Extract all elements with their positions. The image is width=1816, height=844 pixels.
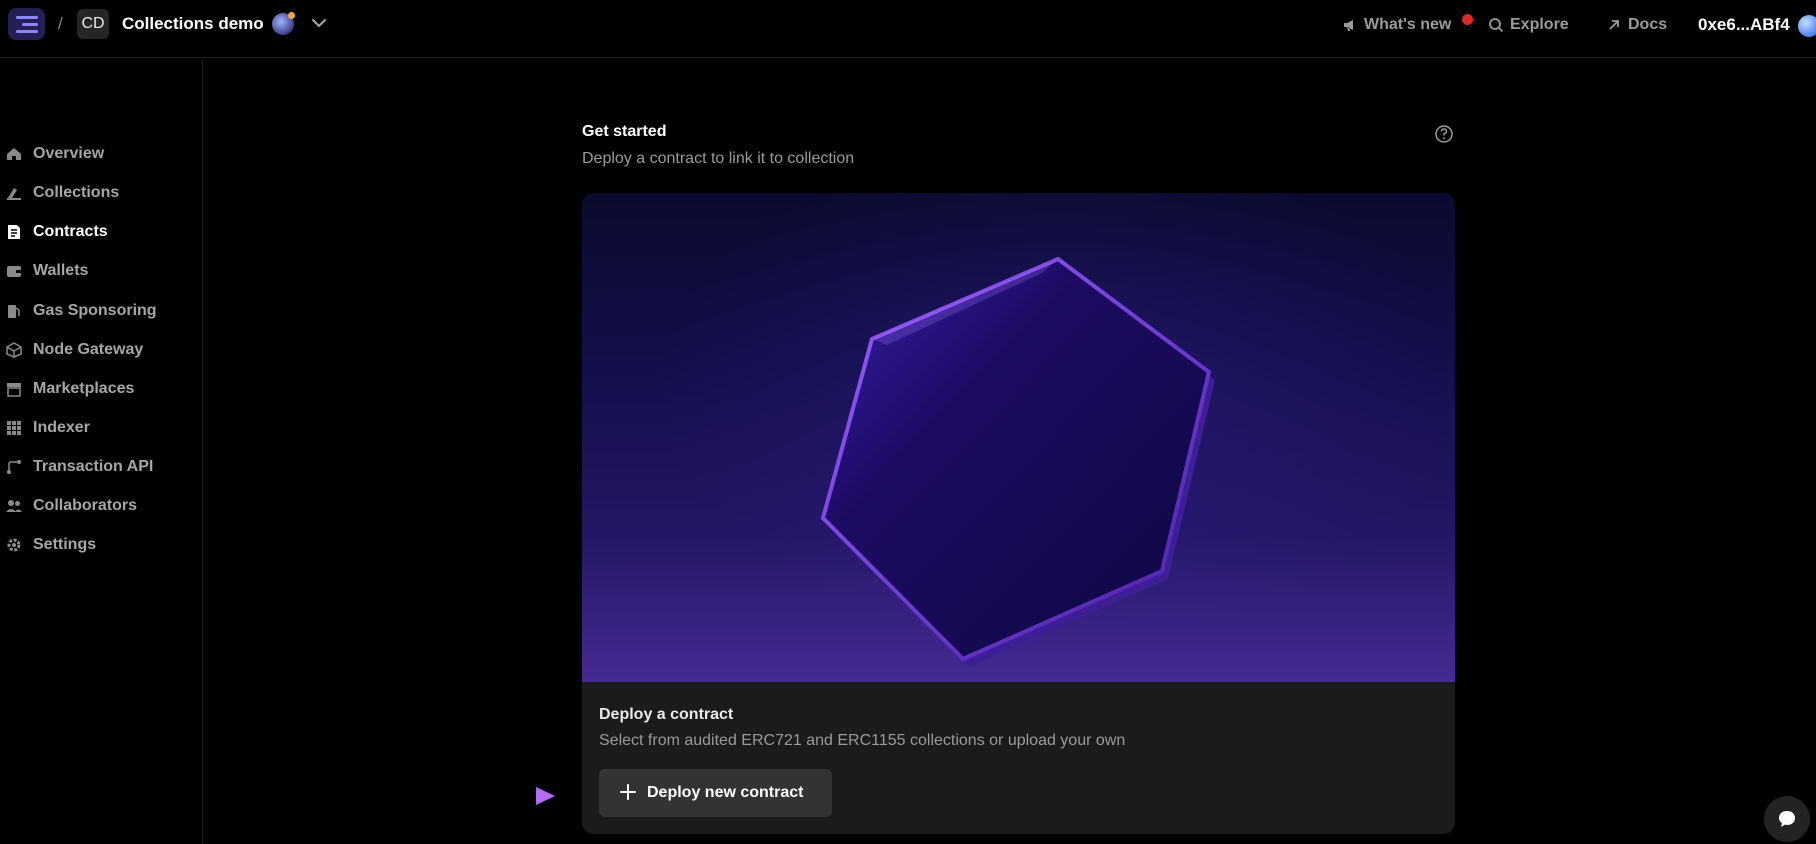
users-icon — [6, 500, 22, 512]
chat-bubble-icon — [1779, 811, 1795, 827]
explore-label: Explore — [1510, 16, 1569, 33]
grid-icon — [7, 421, 21, 435]
sidebar-item-transaction-api[interactable]: Transaction API — [0, 450, 200, 484]
deploy-button-label: Deploy new contract — [647, 784, 804, 801]
breadcrumb-separator: / — [58, 14, 63, 33]
project-name[interactable]: Collections demo — [122, 14, 264, 34]
sidebar-item-collaborators[interactable]: Collaborators — [0, 489, 200, 523]
sidebar-item-marketplaces[interactable]: Marketplaces — [0, 372, 200, 406]
gas-pump-icon — [8, 305, 20, 318]
collections-icon — [7, 188, 21, 200]
gear-icon — [7, 538, 21, 552]
sidebar-item-label: Contracts — [33, 223, 108, 240]
help-icon[interactable] — [1434, 124, 1454, 144]
sidebar-item-label: Transaction API — [33, 458, 154, 475]
deploy-new-contract-button[interactable]: Deploy new contract — [599, 769, 832, 817]
external-arrow-icon — [1609, 20, 1619, 30]
hero-illustration — [582, 193, 1455, 682]
menu-logo-icon[interactable] — [8, 8, 45, 40]
sidebar-item-label: Marketplaces — [33, 380, 135, 397]
sidebar-item-wallets[interactable]: Wallets — [0, 254, 200, 288]
explore-link[interactable]: Explore — [1488, 0, 1569, 50]
plus-icon — [620, 784, 636, 800]
sidebar-item-overview[interactable]: Overview — [0, 137, 200, 171]
sidebar-item-label: Node Gateway — [33, 341, 144, 358]
sidebar-item-label: Collaborators — [33, 497, 138, 514]
cube-icon — [6, 342, 22, 358]
sidebar-item-label: Collections — [33, 184, 120, 201]
megaphone-icon — [1344, 20, 1353, 31]
sidebar-item-indexer[interactable]: Indexer — [0, 411, 200, 445]
whats-new-label: What's new — [1364, 16, 1452, 33]
docs-link[interactable]: Docs — [1606, 0, 1667, 50]
sidebar-item-label: Wallets — [33, 262, 89, 279]
card-title: Deploy a contract — [599, 706, 734, 723]
sidebar-item-contracts[interactable]: Contracts — [0, 215, 200, 249]
avatar[interactable] — [1798, 15, 1816, 37]
sidebar: Overview Collections Contracts Wallets G… — [0, 58, 203, 844]
arrow-pointer-icon — [452, 787, 555, 805]
project-avatar[interactable]: CD — [77, 9, 109, 39]
docs-label: Docs — [1628, 16, 1668, 33]
top-bar: / CD Collections demo What's new Explore… — [0, 0, 1816, 58]
notification-badge — [1462, 14, 1473, 25]
deploy-contract-card: Deploy a contract Select from audited ER… — [582, 193, 1455, 834]
sidebar-item-collections[interactable]: Collections — [0, 176, 200, 210]
sidebar-item-label: Settings — [33, 536, 97, 553]
page-subtitle: Deploy a contract to link it to collecti… — [582, 150, 855, 167]
card-description: Select from audited ERC721 and ERC1155 c… — [599, 732, 1126, 749]
sidebar-item-settings[interactable]: Settings — [0, 528, 200, 562]
hexagon-illustration — [820, 256, 1215, 667]
store-icon — [7, 383, 21, 397]
sidebar-item-label: Gas Sponsoring — [33, 302, 157, 319]
home-icon — [7, 148, 21, 160]
wallet-address[interactable]: 0xe6...ABf4 — [1698, 15, 1790, 35]
page-title: Get started — [582, 123, 667, 140]
search-icon — [1489, 18, 1504, 33]
contract-icon — [8, 225, 20, 239]
sidebar-item-node-gateway[interactable]: Node Gateway — [0, 333, 200, 367]
sidebar-item-gas-sponsoring[interactable]: Gas Sponsoring — [0, 294, 200, 328]
network-status-dot — [288, 12, 295, 19]
route-icon — [7, 460, 21, 474]
chevron-down-icon[interactable] — [310, 14, 328, 32]
sidebar-item-label: Indexer — [33, 419, 90, 436]
chat-support-button[interactable] — [1764, 796, 1810, 842]
whats-new-link[interactable]: What's new — [1342, 0, 1451, 50]
sidebar-item-label: Overview — [33, 145, 105, 162]
wallet-icon — [7, 266, 21, 277]
